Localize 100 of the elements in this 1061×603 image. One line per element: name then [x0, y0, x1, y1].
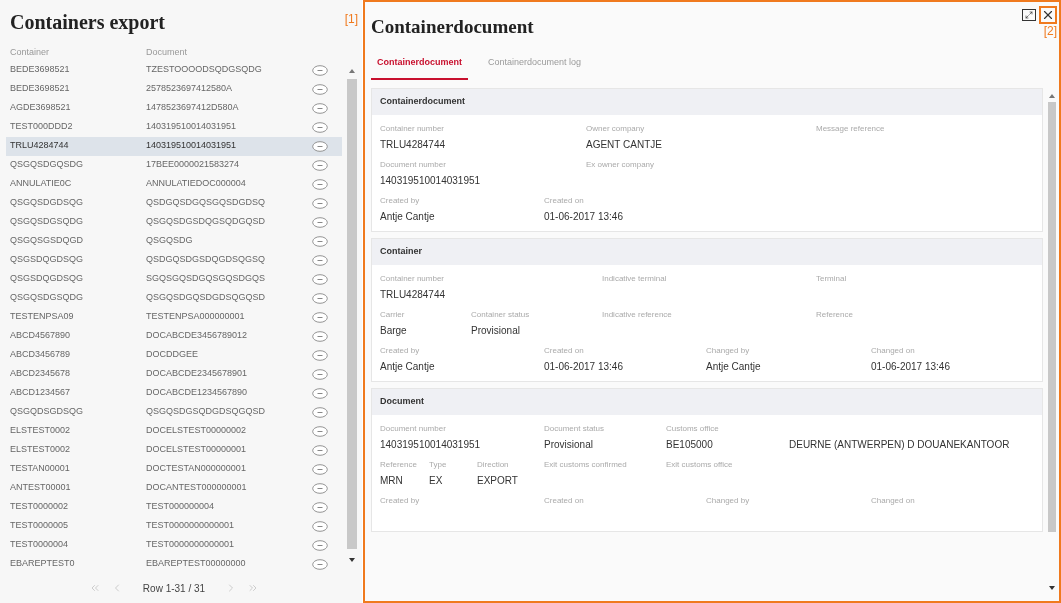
- table-row[interactable]: ELSTEST0002 DOCELSTEST00000001: [6, 440, 342, 460]
- more-icon[interactable]: [312, 482, 328, 494]
- column-header: Document: [146, 46, 188, 59]
- field-label: Terminal: [816, 273, 847, 285]
- table-row[interactable]: TEST0000002 TEST000000004: [6, 497, 342, 517]
- field-label: Created by: [380, 195, 420, 207]
- more-icon[interactable]: [312, 235, 328, 247]
- table-row[interactable]: QSGQSGSDQGD QSGQSDG: [6, 231, 342, 251]
- more-icon[interactable]: [312, 64, 328, 76]
- table-row[interactable]: TEST0000005 TEST0000000000001: [6, 516, 342, 536]
- more-icon[interactable]: [312, 520, 328, 532]
- table-cell-text: ABCD1234567: [9, 386, 72, 400]
- field-value: MRN: [380, 473, 403, 488]
- table-row[interactable]: ELSTEST0002 DOCELSTEST00000002: [6, 421, 342, 441]
- field-value: BE105000: [666, 437, 713, 452]
- table-cell-text: TEST000000004: [146, 500, 216, 514]
- column-header: Container: [9, 46, 51, 59]
- table-cell-text: ABCD4567890: [9, 329, 72, 343]
- table-row[interactable]: QSGQDSGDSQG QSGQSDGSQDGDSQGQSD: [6, 402, 342, 422]
- more-icon[interactable]: [312, 83, 328, 95]
- more-icon[interactable]: [312, 539, 328, 551]
- table-row[interactable]: ANTEST00001 DOCANTEST000000001: [6, 478, 342, 498]
- table-row[interactable]: TEST000DDD2 140319510014031951: [6, 117, 342, 137]
- section-title: Containerdocument: [380, 95, 465, 109]
- table-cell-text: QSGQSDGSQDG: [9, 215, 84, 229]
- more-icon[interactable]: [312, 425, 328, 437]
- table-cell-text: ABCD3456789: [9, 348, 72, 362]
- close-button[interactable]: [1039, 6, 1057, 24]
- table-row[interactable]: QSGSDQGDSQG QSDGQSDGSDQGDSQGSQ: [6, 250, 342, 270]
- table-row[interactable]: BEDE3698521 TZESTOOOODSQDGSQDG: [6, 60, 342, 80]
- field-value: 01-06-2017 13:46: [871, 359, 950, 374]
- more-icon[interactable]: [312, 349, 328, 361]
- tab[interactable]: Containerdocument: [371, 48, 468, 80]
- table-row[interactable]: TESTENPSA09 TESTENPSA000000001: [6, 307, 342, 327]
- table-row[interactable]: TRLU4284744 140319510014031951: [6, 136, 342, 156]
- more-icon[interactable]: [312, 501, 328, 513]
- more-icon[interactable]: [312, 292, 328, 304]
- table-cell-text: 140319510014031951: [146, 139, 238, 153]
- field-label: Reference: [816, 309, 853, 321]
- field-value: 140319510014031951: [380, 437, 481, 452]
- field-label: Created on: [544, 495, 584, 507]
- table-cell-text: QSDGQSDGSDQGDSQGSQ: [146, 253, 267, 267]
- field-label: Created on: [544, 345, 584, 357]
- more-icon[interactable]: [312, 121, 328, 133]
- more-icon[interactable]: [312, 159, 328, 171]
- more-icon[interactable]: [312, 558, 328, 570]
- table-row[interactable]: ABCD1234567 DOCABCDE1234567890: [6, 383, 342, 403]
- section-title: Document: [380, 395, 424, 409]
- table-row[interactable]: QSGQSDGQSDG 17BEE0000021583274: [6, 155, 342, 175]
- more-icon[interactable]: [312, 140, 328, 152]
- field-label: Container number: [380, 123, 445, 135]
- field-label: Changed by: [706, 495, 750, 507]
- table-cell-text: 140319510014031951: [146, 120, 238, 134]
- table-cell-text: DOCELSTEST00000002: [146, 424, 248, 438]
- table-cell-text: DOCABCDE3456789012: [146, 329, 249, 343]
- table-row[interactable]: ANNULATIE0C ANNULATIEDOC000004: [6, 174, 342, 194]
- field-value: TRLU4284744: [380, 137, 446, 152]
- table-row[interactable]: AGDE3698521 1478523697412D580A: [6, 98, 342, 118]
- more-icon[interactable]: [312, 311, 328, 323]
- more-icon[interactable]: [312, 406, 328, 418]
- pager-label: Row 1-31 / 31: [141, 581, 207, 596]
- table-cell-text: TZESTOOOODSQDGSQDG: [146, 63, 263, 77]
- more-icon[interactable]: [312, 254, 328, 266]
- table-cell-text: QSGQSDGSQDG: [9, 291, 84, 305]
- more-icon[interactable]: [312, 273, 328, 285]
- table-cell-text: 17BEE0000021583274: [146, 158, 241, 172]
- table-cell-text: EBAREPTEST00000000: [146, 557, 247, 571]
- table-cell-text: EBAREPTEST0: [9, 557, 76, 571]
- table-row[interactable]: QSGQSDGSQDG QSGQSDGQSDGDSQGQSD: [6, 288, 342, 308]
- table-cell-text: QSGQSDGQSDG: [9, 158, 84, 172]
- field-value: EXPORT: [477, 473, 518, 488]
- table-row[interactable]: QSGQSDGDSQG QSDGQSDGQSGQSDGDSQ: [6, 193, 342, 213]
- annotation-label: [2]: [1043, 24, 1057, 38]
- more-icon[interactable]: [312, 444, 328, 456]
- more-icon[interactable]: [312, 387, 328, 399]
- table-row[interactable]: TESTAN00001 DOCTESTAN000000001: [6, 459, 342, 479]
- more-icon[interactable]: [312, 330, 328, 342]
- more-icon[interactable]: [312, 463, 328, 475]
- table-row[interactable]: ABCD2345678 DOCABCDE2345678901: [6, 364, 342, 384]
- table-row[interactable]: EBAREPTEST0 EBAREPTEST00000000: [6, 554, 342, 574]
- table-row[interactable]: ABCD4567890 DOCABCDE3456789012: [6, 326, 342, 346]
- table-cell-text: AGDE3698521: [9, 101, 72, 115]
- table-cell-text: QSGQSDG: [146, 234, 194, 248]
- table-row[interactable]: ABCD3456789 DOCDDGEE: [6, 345, 342, 365]
- maximize-icon[interactable]: [1022, 9, 1036, 21]
- more-icon[interactable]: [312, 178, 328, 190]
- field-value: DEURNE (ANTWERPEN) D DOUANEKANTOOR: [789, 437, 1010, 452]
- more-icon[interactable]: [312, 102, 328, 114]
- field-label: Exit customs confirmed: [544, 459, 627, 471]
- table-cell-text: QSDGQSDGQSGQSDGDSQ: [146, 196, 267, 210]
- more-icon[interactable]: [312, 197, 328, 209]
- more-icon[interactable]: [312, 368, 328, 380]
- table-cell-text: TEST0000004: [9, 538, 70, 552]
- table-cell-text: QSGSDQGDSQG: [9, 272, 84, 286]
- table-row[interactable]: TEST0000004 TEST0000000000001: [6, 535, 342, 555]
- table-row[interactable]: BEDE3698521 2578523697412580A: [6, 79, 342, 99]
- table-cell-text: TESTENPSA000000001: [146, 310, 246, 324]
- table-row[interactable]: QSGQSDGSQDG QSGQSDGSDQGSQDGQSD: [6, 212, 342, 232]
- more-icon[interactable]: [312, 216, 328, 228]
- table-row[interactable]: QSGSDQGDSQG SGQSGQSDGQSGQSDGQS: [6, 269, 342, 289]
